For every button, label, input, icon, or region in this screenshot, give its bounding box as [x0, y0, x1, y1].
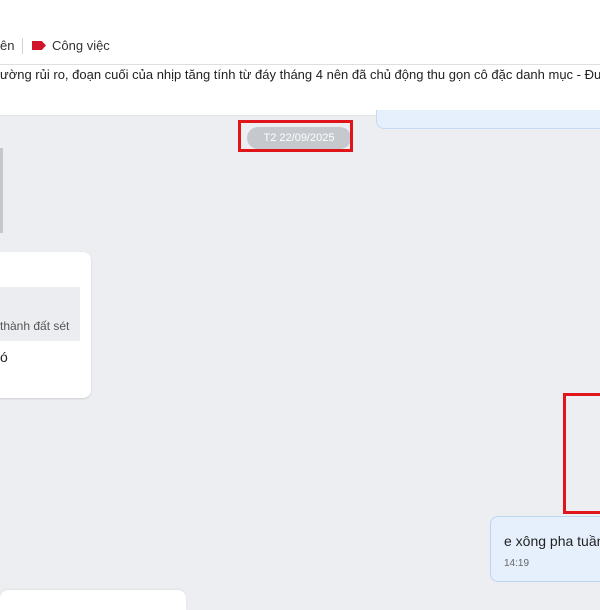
sent-message-bubble[interactable]: e xông pha tuần 14:19	[490, 516, 600, 582]
message-highlight-box	[563, 393, 600, 514]
date-highlight-box	[238, 120, 353, 152]
received-message-text: ó	[0, 349, 8, 365]
tag-divider	[22, 38, 23, 54]
quoted-message-text: thành đất sét	[0, 319, 70, 333]
pinned-message-text: ường rủi ro, đoạn cuối của nhịp tăng tín…	[0, 67, 600, 82]
sent-message-time: 14:19	[504, 558, 530, 569]
previous-sent-bubble[interactable]	[376, 110, 600, 129]
tag-label-partial[interactable]: ên	[0, 38, 14, 53]
chat-header: ên Công việc	[0, 0, 600, 65]
left-scroll-indicator	[0, 148, 3, 233]
next-received-bubble[interactable]	[0, 590, 186, 610]
tag-cong-viec[interactable]: Công việc	[32, 38, 110, 53]
tag-cong-viec-label: Công việc	[52, 38, 110, 53]
label-tag-icon	[32, 41, 46, 50]
sent-message-text: e xông pha tuần	[504, 533, 600, 549]
